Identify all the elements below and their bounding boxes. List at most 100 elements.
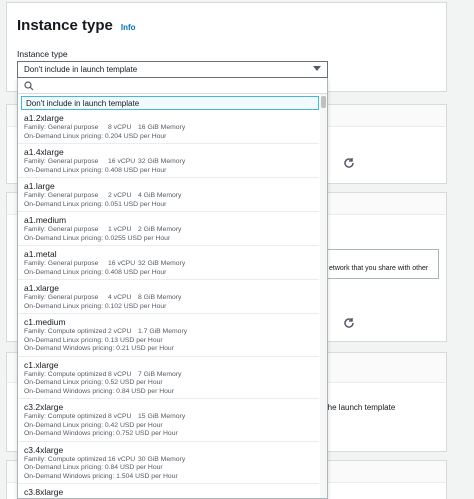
option-pricing: On-Demand Linux pricing: 0.42 USD per Ho… [24,422,313,439]
option-price-line: On-Demand Linux pricing: 0.84 USD per Ho… [24,464,163,471]
option-memory: 1.7 GiB Memory [138,328,188,335]
option-vcpu: 16 vCPU [108,158,136,165]
instance-option-c1-medium[interactable]: c1.medium Family: Compute optimized 2 vC… [18,314,319,357]
option-name: c1.xlarge [24,359,59,370]
option-specs: Family: General purpose 16 vCPU 32 GiB M… [24,260,313,269]
info-link[interactable]: Info [121,23,136,32]
option-pricing: On-Demand Linux pricing: 0.204 USD per H… [24,133,313,142]
search-icon [24,81,34,91]
option-memory: 8 GiB Memory [138,294,182,301]
instance-option-c3-8xlarge[interactable]: c3.8xlarge Family: Compute optimized 32 … [18,484,319,498]
option-specs: Family: Compute optimized 16 vCPU 30 GiB… [24,456,313,465]
option-pricing: On-Demand Linux pricing: 0.13 USD per Ho… [24,337,313,354]
option-family: Family: Compute optimized [24,328,107,335]
option-family: Family: General purpose [24,260,99,267]
option-pricing: On-Demand Linux pricing: 0.408 USD per H… [24,167,313,176]
option-pricing: On-Demand Linux pricing: 0.102 USD per H… [24,303,313,312]
option-price-line: On-Demand Linux pricing: 0.0255 USD per … [24,234,171,242]
dropdown-scrollbar[interactable] [320,94,327,498]
option-price-line: On-Demand Linux pricing: 0.204 USD per H… [24,132,167,140]
option-memory: 32 GiB Memory [138,158,186,165]
instance-option-a1-2xlarge[interactable]: a1.2xlarge Family: General purpose 8 vCP… [18,110,319,144]
dropdown-search [18,78,327,94]
search-input[interactable] [38,79,323,92]
option-price-line: On-Demand Windows pricing: 0.21 USD per … [24,345,174,352]
option-vcpu: 16 vCPU [108,260,136,267]
option-price-line: On-Demand Linux pricing: 0.408 USD per H… [24,166,167,174]
option-name: a1.metal [24,249,57,259]
panel-header: Instance type Info [17,17,136,34]
instance-option-a1-xlarge[interactable]: a1.xlarge Family: General purpose 4 vCPU… [18,280,319,314]
option-specs: Family: Compute optimized 8 vCPU 7 GiB M… [24,371,313,380]
option-name: c1.medium [24,317,66,327]
option-name: a1.4xlarge [24,147,64,157]
caret-down-icon [313,66,321,71]
option-memory: 7 GiB Memory [138,370,182,378]
instance-type-label: Instance type [17,49,68,59]
option-price-line: On-Demand Linux pricing: 0.102 USD per H… [24,302,167,310]
instance-option-a1-metal[interactable]: a1.metal Family: General purpose 16 vCPU… [18,246,319,280]
option-vcpu: 1 vCPU [108,226,132,233]
option-price-line: On-Demand Linux pricing: 0.42 USD per Ho… [24,421,163,429]
instance-option-c3-4xlarge[interactable]: c3.4xlarge Family: Compute optimized 16 … [18,442,319,484]
option-name: a1.medium [24,215,67,225]
option-vcpu: 8 vCPU [108,370,132,378]
option-name: c3.2xlarge [24,402,64,412]
option-name: a1.large [24,181,55,191]
select-value: Don't include in launch template [24,65,138,74]
option-memory: 30 GiB Memory [138,455,186,463]
option-family: Family: General purpose [24,158,99,165]
network-option-box[interactable] [317,249,439,279]
option-vcpu: 8 vCPU [108,413,132,420]
option-vcpu: 8 vCPU [108,124,132,131]
option-specs: Family: General purpose 8 vCPU 16 GiB Me… [24,124,313,133]
option-specs: Family: Compute optimized 2 vCPU 1.7 GiB… [24,328,313,337]
option-price-line: On-Demand Linux pricing: 0.051 USD per H… [24,200,167,208]
option-price-line: On-Demand Linux pricing: 0.408 USD per H… [24,268,167,276]
option-vcpu: 16 vCPU [108,455,136,463]
option-specs: Family: General purpose 1 vCPU 2 GiB Mem… [24,226,313,235]
option-family: Family: Compute optimized [24,370,107,378]
instance-type-dropdown: Don't include in launch template a1.2xla… [17,78,328,499]
option-dont-include[interactable]: Don't include in launch template [21,96,319,110]
option-name: a1.xlarge [24,283,59,293]
option-price-line: On-Demand Windows pricing: 0.752 USD per… [24,430,178,437]
instance-option-a1-4xlarge[interactable]: a1.4xlarge Family: General purpose 16 vC… [18,144,319,178]
option-name: c3.8xlarge [24,487,64,497]
option-name: c3.4xlarge [24,444,64,455]
option-memory: 2 GiB Memory [138,226,182,233]
option-label: Don't include in launch template [26,98,140,108]
instance-option-c1-xlarge[interactable]: c1.xlarge Family: Compute optimized 8 vC… [18,357,319,399]
option-family: Family: Compute optimized [24,455,107,463]
option-name: a1.2xlarge [24,113,64,123]
options-list: a1.2xlarge Family: General purpose 8 vCP… [18,110,327,498]
option-family: Family: General purpose [24,192,99,199]
panel-title: Instance type [17,17,113,34]
scrollbar-thumb[interactable] [321,96,326,108]
instance-type-select[interactable]: Don't include in launch template [17,61,328,78]
option-pricing: On-Demand Linux pricing: 0.0255 USD per … [24,235,313,244]
option-pricing: On-Demand Linux pricing: 0.84 USD per Ho… [24,464,313,481]
instance-option-a1-large[interactable]: a1.large Family: General purpose 2 vCPU … [18,178,319,212]
option-family: Family: General purpose [24,226,99,233]
instance-option-a1-medium[interactable]: a1.medium Family: General purpose 1 vCPU… [18,212,319,246]
option-pricing: On-Demand Linux pricing: 0.408 USD per H… [24,269,313,278]
option-specs: Family: General purpose 2 vCPU 4 GiB Mem… [24,192,313,201]
option-price-line: On-Demand Linux pricing: 0.13 USD per Ho… [24,336,163,344]
option-family: Family: General purpose [24,294,99,301]
option-memory: 15 GiB Memory [138,413,186,420]
option-price-line: On-Demand Linux pricing: 0.52 USD per Ho… [24,379,163,386]
launch-template-text: in the launch template [317,403,396,412]
option-family: Family: Compute optimized [24,413,107,420]
option-price-line: On-Demand Windows pricing: 0.84 USD per … [24,387,174,395]
option-specs: Family: General purpose 4 vCPU 8 GiB Mem… [24,294,313,303]
option-vcpu: 2 vCPU [108,328,132,335]
refresh-icon[interactable] [343,317,355,329]
option-price-line: On-Demand Windows pricing: 1.504 USD per… [24,472,178,480]
network-text: etwork that you share with other [329,265,429,272]
instance-option-c3-2xlarge[interactable]: c3.2xlarge Family: Compute optimized 8 v… [18,399,319,442]
option-pricing: On-Demand Linux pricing: 0.52 USD per Ho… [24,379,313,396]
refresh-icon[interactable] [343,157,355,169]
option-memory: 16 GiB Memory [138,124,186,131]
option-memory: 32 GiB Memory [138,260,186,267]
